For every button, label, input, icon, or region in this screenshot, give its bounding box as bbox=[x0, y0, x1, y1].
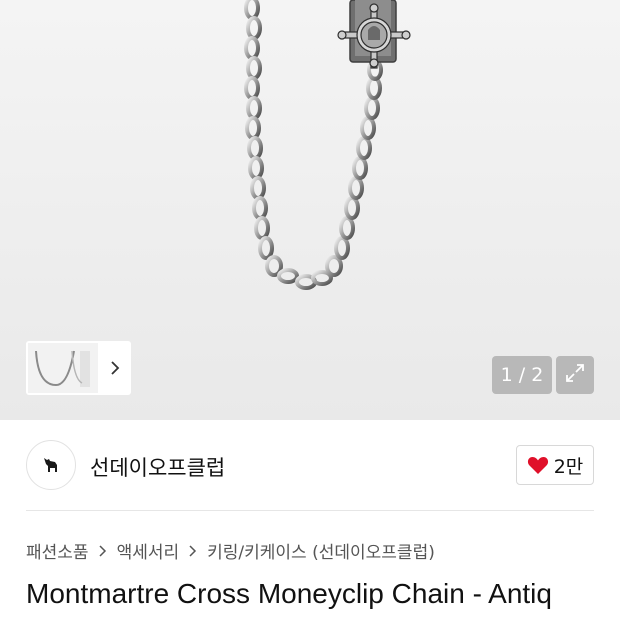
chevron-right-icon bbox=[98, 544, 108, 558]
heart-icon bbox=[527, 457, 548, 474]
dog-icon bbox=[44, 458, 57, 472]
brand-name[interactable]: 선데이오프클럽 bbox=[90, 452, 225, 482]
breadcrumb: 패션소품 액세서리 키링/키케이스 (선데이오프클럽) bbox=[26, 538, 435, 563]
breadcrumb-item[interactable]: 액세서리 bbox=[117, 538, 180, 563]
brand-logo[interactable] bbox=[26, 440, 76, 490]
image-counter: 1 / 2 bbox=[492, 356, 552, 394]
thumbnail-1[interactable] bbox=[28, 343, 98, 393]
product-image-gallery[interactable]: 1 / 2 bbox=[0, 0, 620, 420]
thumbnail-strip bbox=[26, 341, 131, 395]
chevron-right-icon bbox=[188, 544, 198, 558]
divider bbox=[26, 510, 594, 511]
chevron-right-icon[interactable] bbox=[105, 358, 125, 378]
brand-row: 선데이오프클럽 2만 bbox=[26, 440, 594, 490]
breadcrumb-item[interactable]: 키링/키케이스 (선데이오프클럽) bbox=[207, 538, 435, 563]
breadcrumb-item[interactable]: 패션소품 bbox=[26, 538, 89, 563]
product-title: Montmartre Cross Moneyclip Chain - Antiq bbox=[26, 578, 552, 609]
expand-button[interactable] bbox=[556, 356, 594, 394]
like-count: 2만 bbox=[553, 455, 584, 478]
expand-icon bbox=[564, 362, 586, 388]
like-button[interactable]: 2만 bbox=[516, 445, 594, 485]
